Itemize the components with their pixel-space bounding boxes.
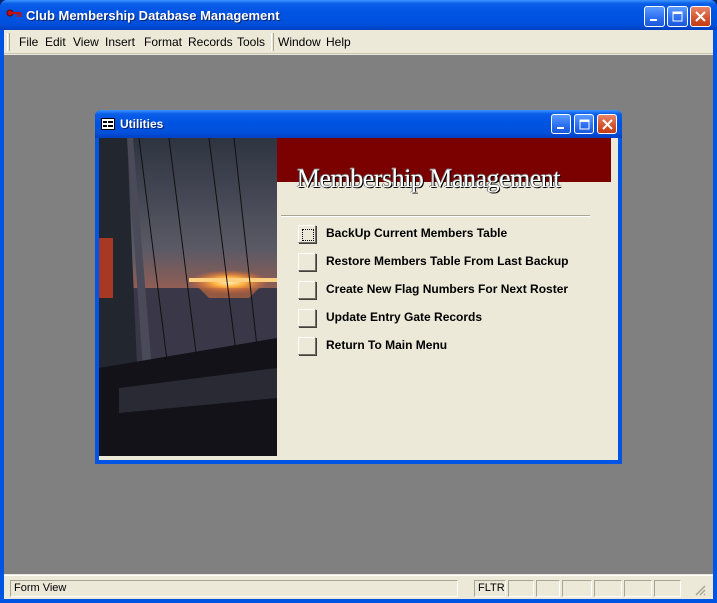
option-main-menu[interactable]: Return To Main Menu <box>298 335 598 355</box>
status-panel <box>594 580 622 597</box>
utilities-maximize-button[interactable] <box>574 114 594 134</box>
flag-numbers-label[interactable]: Create New Flag Numbers For Next Roster <box>326 282 568 296</box>
main-menu-button[interactable] <box>298 337 316 355</box>
status-panel <box>624 580 652 597</box>
flag-numbers-button[interactable] <box>298 281 316 299</box>
restore-button[interactable] <box>298 253 316 271</box>
backup-label[interactable]: BackUp Current Members Table <box>326 226 507 240</box>
backup-button[interactable] <box>298 225 316 243</box>
status-panel <box>562 580 592 597</box>
status-panel <box>654 580 681 597</box>
maximize-icon <box>672 11 683 22</box>
main-menu-label[interactable]: Return To Main Menu <box>326 338 447 352</box>
menu-records[interactable]: Records <box>188 35 233 49</box>
menu-insert[interactable]: Insert <box>105 35 135 49</box>
utilities-minimize-button[interactable] <box>551 114 571 134</box>
minimize-icon <box>650 19 657 21</box>
status-bar: Form View FLTR <box>4 575 713 599</box>
status-panel <box>508 580 534 597</box>
menu-edit[interactable]: Edit <box>45 35 66 49</box>
app-title: Club Membership Database Management <box>26 8 280 23</box>
sunset-sailboat-image <box>99 138 277 456</box>
option-flag-numbers[interactable]: Create New Flag Numbers For Next Roster <box>298 279 598 299</box>
banner-title: Membership Management <box>297 164 561 193</box>
app-key-icon <box>6 9 22 17</box>
status-panel <box>536 580 560 597</box>
option-restore[interactable]: Restore Members Table From Last Backup <box>298 251 598 271</box>
menu-tools[interactable]: Tools <box>237 35 265 49</box>
menu-separator <box>271 33 274 51</box>
mdi-workspace: Utilities Membership Management BackUp C… <box>4 55 713 574</box>
minimize-icon <box>556 126 564 129</box>
close-icon <box>695 11 706 22</box>
app-titlebar[interactable]: Club Membership Database Management <box>0 0 717 30</box>
utilities-title: Utilities <box>120 117 164 131</box>
status-filter: FLTR <box>474 580 506 597</box>
option-backup[interactable]: BackUp Current Members Table <box>298 223 598 243</box>
menu-bar: File Edit View Insert Format Records Too… <box>4 30 713 54</box>
close-button[interactable] <box>690 6 711 27</box>
option-entry-gate[interactable]: Update Entry Gate Records <box>298 307 598 327</box>
menu-view[interactable]: View <box>73 35 99 49</box>
close-icon <box>601 118 613 130</box>
maximize-icon <box>579 119 589 129</box>
minimize-button[interactable] <box>644 6 665 27</box>
utilities-form: Membership Management BackUp Current Mem… <box>99 138 618 460</box>
menu-window[interactable]: Window <box>278 35 321 49</box>
app-window: Club Membership Database Management File… <box>0 0 717 603</box>
entry-gate-label[interactable]: Update Entry Gate Records <box>326 310 482 324</box>
form-icon <box>101 118 115 130</box>
restore-label[interactable]: Restore Members Table From Last Backup <box>326 254 569 268</box>
app-client-area: File Edit View Insert Format Records Too… <box>4 30 713 599</box>
menu-help[interactable]: Help <box>326 35 351 49</box>
utilities-titlebar[interactable]: Utilities <box>95 110 622 138</box>
maximize-button[interactable] <box>667 6 688 27</box>
divider <box>281 215 590 217</box>
utilities-close-button[interactable] <box>597 114 617 134</box>
entry-gate-button[interactable] <box>298 309 316 327</box>
resize-grip-icon[interactable] <box>694 584 706 596</box>
status-text: Form View <box>10 580 458 597</box>
menu-grip[interactable] <box>7 33 10 51</box>
utilities-window: Utilities Membership Management BackUp C… <box>95 110 622 464</box>
menu-format[interactable]: Format <box>144 35 182 49</box>
menu-file[interactable]: File <box>19 35 38 49</box>
